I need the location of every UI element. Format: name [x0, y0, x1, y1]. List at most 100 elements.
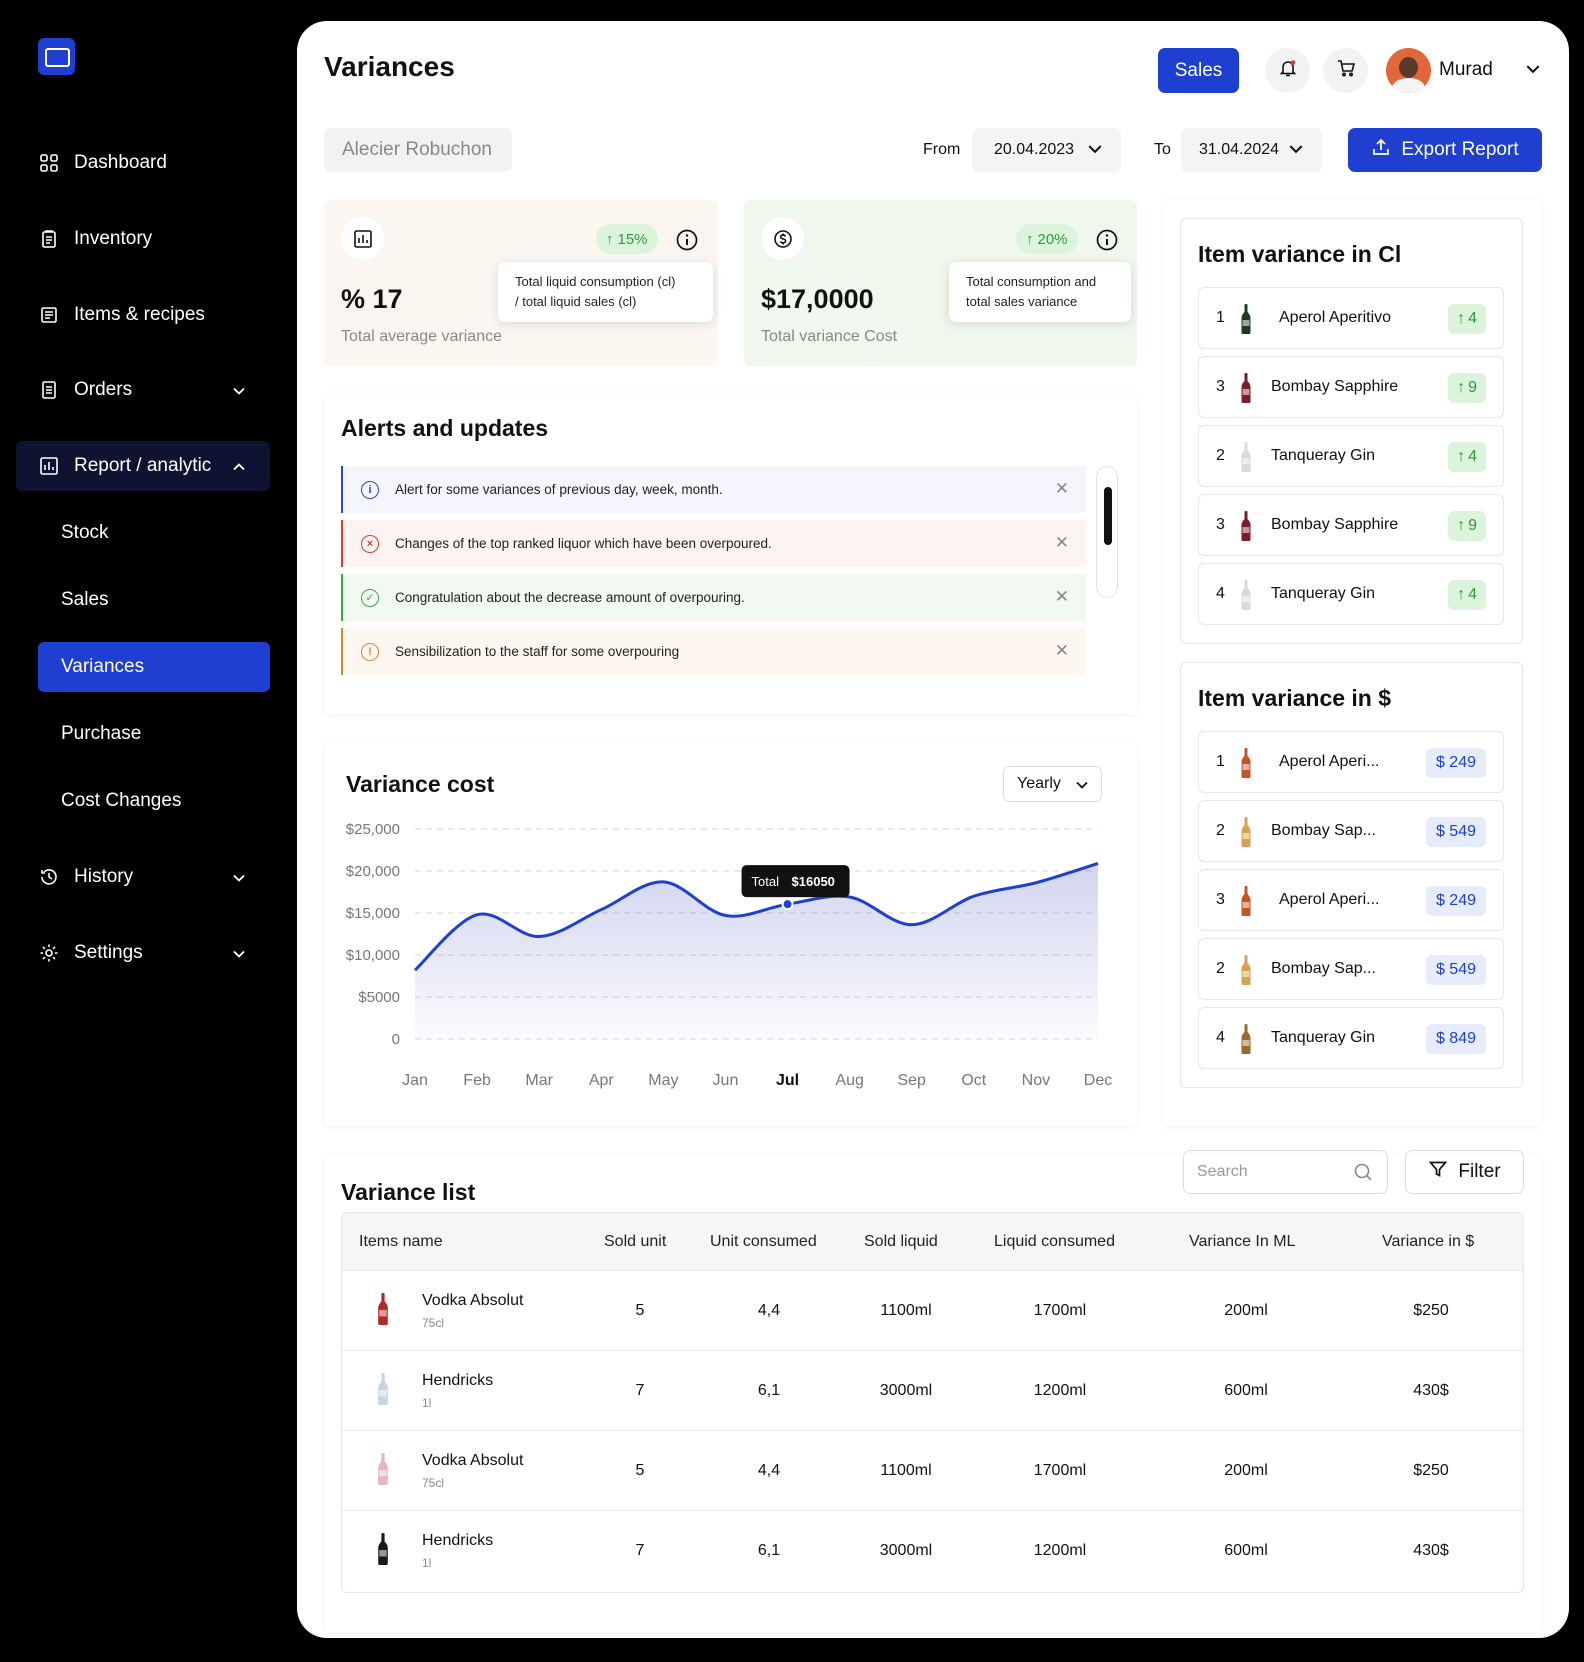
filter-button[interactable]: Filter	[1405, 1150, 1524, 1194]
table-row[interactable]: Vodka Absolut 75cl 5 4,4 1100ml 1700ml 200ml $2…	[342, 1271, 1523, 1351]
avatar[interactable]	[1386, 48, 1431, 93]
from-date-picker[interactable]: 20.04.2023	[972, 128, 1121, 172]
item-name: Bombay Sap...	[1271, 960, 1376, 977]
nav-label: History	[74, 866, 134, 887]
change-badge: ↑ 4	[1448, 442, 1486, 472]
table-row[interactable]: Hendricks 1l 7 6,1 3000ml 1200ml 600ml 430$	[342, 1351, 1523, 1431]
rank-item[interactable]: 2 Bombay Sap... $ 549	[1198, 938, 1504, 1000]
tooltip-label: Total	[752, 874, 780, 889]
from-label: From	[923, 141, 961, 158]
close-icon[interactable]: ✕	[1055, 479, 1069, 499]
export-label: Export Report	[1401, 139, 1519, 160]
close-icon[interactable]: ✕	[1055, 587, 1069, 607]
bottle-icon	[1240, 304, 1252, 339]
col-sold-unit[interactable]: Sold unit	[604, 1233, 666, 1251]
alert-text: Congratulation about the decrease amount…	[395, 590, 745, 605]
app-logo[interactable]	[38, 38, 75, 75]
rank-item[interactable]: 4 Tanqueray Gin $ 849	[1198, 1007, 1504, 1069]
table-header: Items name Sold unit Unit consumed Sold …	[342, 1213, 1523, 1271]
nav-inventory[interactable]: Inventory	[16, 214, 270, 264]
rank-item[interactable]: 3 Bombay Sapphire ↑ 9	[1198, 494, 1504, 556]
sales-button[interactable]: Sales	[1158, 48, 1239, 93]
rank-item[interactable]: 2 Bombay Sap... $ 549	[1198, 800, 1504, 862]
sub-nav-stock[interactable]: Stock	[38, 508, 270, 558]
col-sold-liquid[interactable]: Sold liquid	[864, 1233, 938, 1251]
col-unit-consumed[interactable]: Unit consumed	[710, 1233, 817, 1251]
chevron-down-icon[interactable]	[1525, 61, 1541, 82]
error-icon: ×	[361, 534, 379, 553]
nav-report-analytic[interactable]: Report / analytic	[16, 441, 270, 491]
page-title: Variances	[324, 51, 455, 82]
rank-item[interactable]: 1 Aperol Aperi... $ 249	[1198, 731, 1504, 793]
rank-item[interactable]: 3 Bombay Sapphire ↑ 9	[1198, 356, 1504, 418]
sub-nav-variances[interactable]: Variances	[38, 642, 270, 692]
close-icon[interactable]: ✕	[1055, 641, 1069, 661]
rank-number: 2	[1216, 447, 1225, 464]
cell-unit-consumed: 6,1	[757, 1542, 781, 1559]
nav-orders[interactable]: Orders	[16, 365, 270, 415]
arrow-up-icon: ↑	[1457, 310, 1466, 327]
col-variance-ml[interactable]: Variance In ML	[1189, 1233, 1295, 1251]
close-icon[interactable]: ✕	[1055, 533, 1069, 553]
user-name: Murad	[1439, 59, 1493, 80]
col-liquid-consumed[interactable]: Liquid consumed	[994, 1233, 1115, 1251]
arrow-up-icon: ↑	[1457, 586, 1466, 603]
rank-item[interactable]: 4 Tanqueray Gin ↑ 4	[1198, 563, 1504, 625]
col-items-name[interactable]: Items name	[359, 1233, 443, 1251]
rank-item[interactable]: 3 Aperol Aperi... $ 249	[1198, 869, 1504, 931]
restaurant-selector[interactable]: Alecier Robuchon	[324, 128, 512, 172]
export-report-button[interactable]: Export Report	[1348, 128, 1542, 172]
item-name: Aperol Aperitivo	[1279, 309, 1392, 326]
nav-history[interactable]: History	[16, 852, 270, 902]
sub-nav-sales[interactable]: Sales	[38, 575, 270, 625]
search-input[interactable]: Search	[1183, 1150, 1388, 1194]
cart-button[interactable]	[1323, 48, 1368, 93]
item-size: 75cl	[422, 1316, 445, 1330]
arrow-up-icon: ↑	[1457, 517, 1466, 534]
bottle-icon	[1240, 442, 1252, 477]
chevron-down-icon	[232, 945, 246, 967]
alert-text: Sensibilization to the staff for some ov…	[395, 644, 680, 659]
nav-label: Items & recipes	[74, 304, 205, 325]
nav-settings[interactable]: Settings	[16, 928, 270, 978]
info-icon[interactable]	[1096, 229, 1118, 256]
cell-sold-unit: 7	[635, 1542, 645, 1559]
y-tick-label: $10,000	[346, 947, 400, 964]
y-tick-label: 0	[392, 1031, 400, 1048]
gear-icon	[38, 942, 60, 964]
bottle-icon	[376, 1533, 390, 1570]
rank-item[interactable]: 2 Tanqueray Gin ↑ 4	[1198, 425, 1504, 487]
filter-icon	[1428, 1159, 1448, 1185]
success-icon: ✓	[361, 588, 379, 607]
nav-dashboard[interactable]: Dashboard	[16, 138, 270, 188]
bottle-icon	[1240, 373, 1252, 408]
table-row[interactable]: Hendricks 1l 7 6,1 3000ml 1200ml 600ml 430$	[342, 1511, 1523, 1591]
nav-items-recipes[interactable]: Items & recipes	[16, 290, 270, 340]
y-tick-label: $20,000	[346, 863, 400, 880]
nav-label: Settings	[74, 942, 143, 963]
col-variance-usd[interactable]: Variance in $	[1382, 1233, 1474, 1251]
rank-item[interactable]: 1 Aperol Aperitivo ↑ 4	[1198, 287, 1504, 349]
stat-tooltip: Total liquid consumption (cl) / total liq…	[498, 262, 713, 322]
x-tick-label: Dec	[1084, 1072, 1112, 1089]
chart-tooltip: Total $16050	[741, 865, 850, 898]
bottle-icon	[1240, 511, 1252, 546]
price-badge: $ 549	[1425, 955, 1486, 985]
bar-chart-icon	[341, 217, 384, 260]
cell-variance-ml: 600ml	[1224, 1542, 1268, 1559]
scrollbar-thumb[interactable]	[1104, 487, 1112, 545]
notifications-button[interactable]	[1265, 48, 1310, 93]
sub-nav-cost-changes[interactable]: Cost Changes	[38, 776, 270, 826]
rank-number: 2	[1216, 960, 1225, 977]
rank-number: 4	[1216, 1029, 1225, 1046]
cart-icon	[1336, 58, 1356, 83]
to-date-picker[interactable]: 31.04.2024	[1181, 128, 1322, 172]
sub-nav-purchase[interactable]: Purchase	[38, 709, 270, 759]
table-row[interactable]: Vodka Absolut 75cl 5 4,4 1100ml 1700ml 200ml $2…	[342, 1431, 1523, 1511]
chevron-down-icon	[232, 869, 246, 891]
variance-cl-title: Item variance in Cl	[1198, 241, 1402, 267]
document-icon	[38, 379, 60, 401]
y-tick-label: $25,000	[346, 821, 400, 838]
info-icon[interactable]	[676, 229, 698, 256]
alerts-scrollbar[interactable]	[1096, 466, 1118, 598]
